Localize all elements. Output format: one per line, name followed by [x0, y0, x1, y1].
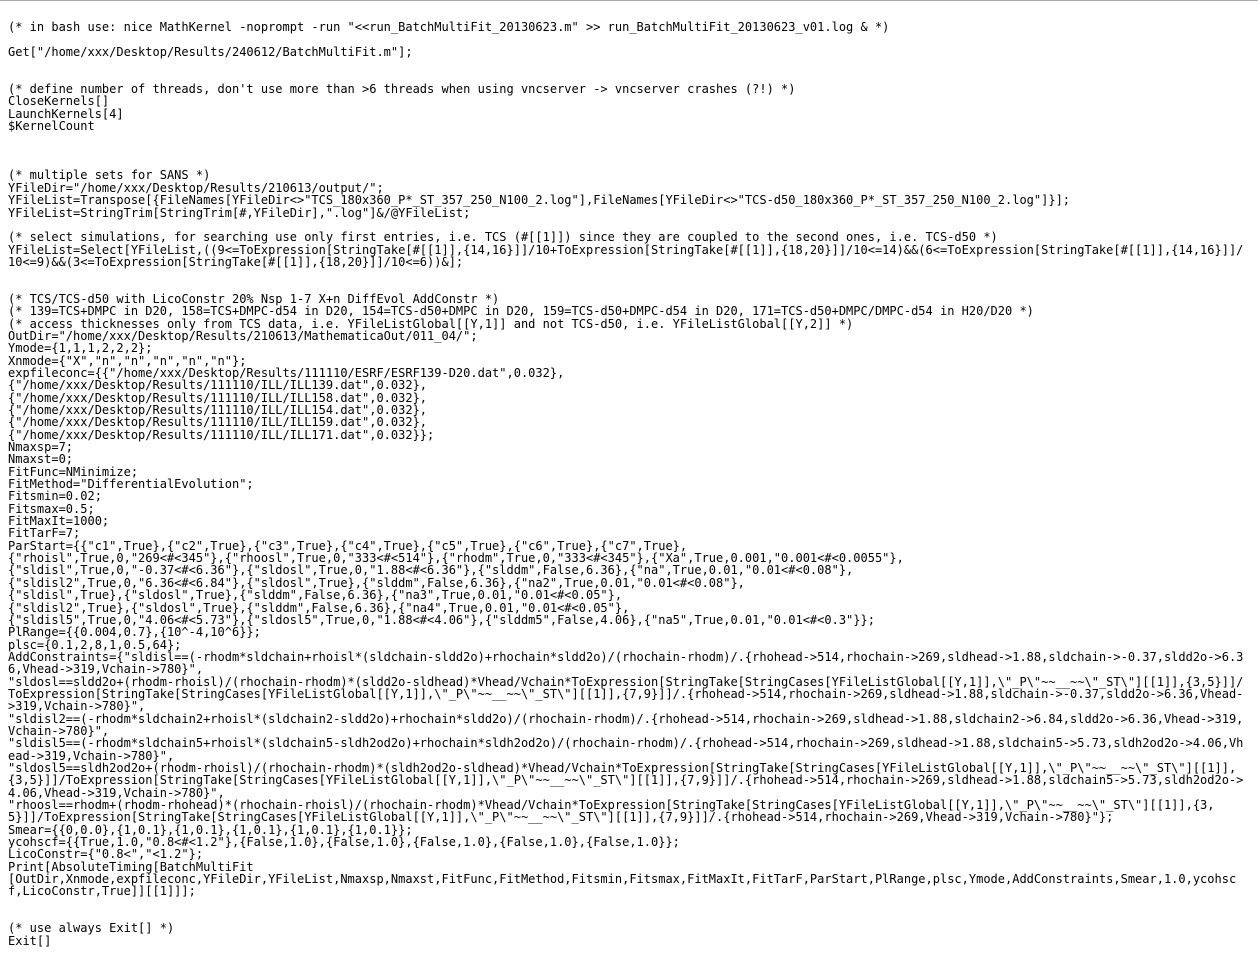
code-block: (* in bash use: nice MathKernel -nopromp…	[8, 21, 1250, 947]
code-document: (* in bash use: nice MathKernel -nopromp…	[0, 0, 1258, 967]
